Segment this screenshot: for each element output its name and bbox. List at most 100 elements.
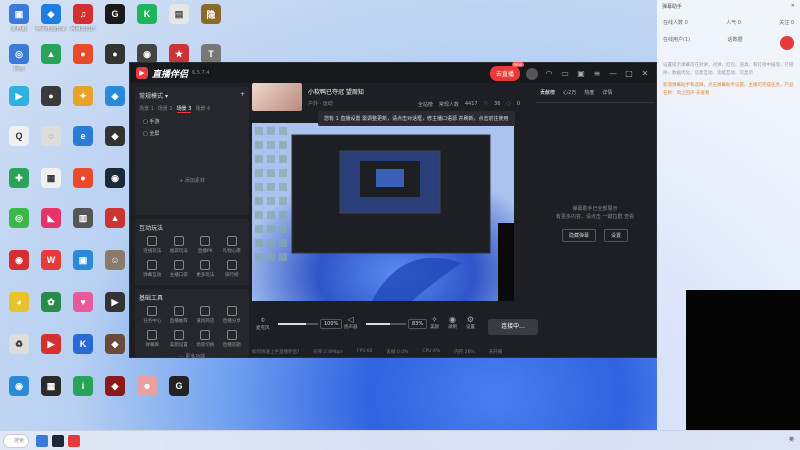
desktop-icon[interactable]: 隐 bbox=[194, 4, 228, 44]
explorer-icon[interactable] bbox=[36, 435, 48, 447]
desktop-icon[interactable]: ● bbox=[66, 168, 100, 208]
source-item-mobile-game[interactable]: ▢ 手游 bbox=[143, 118, 241, 125]
desktop-icon[interactable]: ◆ 腾讯电脑管家 bbox=[34, 4, 68, 44]
desktop-icon[interactable]: ☻ bbox=[130, 376, 164, 416]
desktop-icon[interactable]: K bbox=[66, 334, 100, 374]
source-item-fullscreen[interactable]: ▢ 全屏 bbox=[143, 130, 241, 137]
tool-item[interactable]: 直播推荐 bbox=[166, 306, 193, 324]
desktop-icon[interactable]: Q bbox=[2, 126, 36, 166]
system-tray[interactable]: 英 bbox=[789, 436, 794, 443]
desktop-icon[interactable]: e bbox=[66, 126, 100, 166]
tool-item[interactable]: 直播分享 bbox=[219, 306, 246, 324]
desktop-icon[interactable]: ◣ bbox=[34, 208, 68, 248]
interact-item[interactable]: 弹幕互动 bbox=[139, 260, 166, 278]
chat-icon[interactable]: ▭ bbox=[560, 69, 570, 79]
stream-title[interactable]: 小软鸭已夺冠 望周知 bbox=[308, 87, 364, 96]
tool-item[interactable]: 场景切换 bbox=[192, 330, 219, 348]
minimize-icon[interactable]: — bbox=[608, 69, 618, 79]
headset-icon[interactable]: ◠ bbox=[544, 69, 554, 79]
desktop-icon[interactable]: ▶ bbox=[2, 86, 36, 126]
close-icon[interactable]: ✕ bbox=[640, 69, 650, 79]
help-link[interactable]: 如何快速上手直播伴侣? bbox=[252, 349, 299, 355]
interact-item[interactable]: 连线玩法 bbox=[139, 236, 166, 254]
record-button[interactable]: ◉ 录制 bbox=[448, 315, 457, 330]
desktop-icon[interactable]: ✦ bbox=[66, 86, 100, 126]
mic-slider[interactable] bbox=[278, 323, 318, 325]
desktop-icon[interactable]: K bbox=[130, 4, 164, 44]
tab-contribution[interactable]: 贡献榜 bbox=[540, 89, 555, 96]
desktop-icon[interactable]: G bbox=[98, 4, 132, 44]
speaker-button[interactable]: ◁ 扬声器 bbox=[344, 315, 358, 330]
desktop-icon[interactable]: ◆ bbox=[98, 376, 132, 416]
user-avatar[interactable] bbox=[526, 67, 538, 80]
desktop-icon[interactable]: ● bbox=[34, 86, 68, 126]
desktop-icon[interactable]: ▶ bbox=[98, 292, 132, 332]
search-box[interactable]: 搜索 bbox=[3, 434, 29, 448]
tab-details[interactable]: 详情 bbox=[602, 89, 612, 96]
desktop-icon[interactable]: ✚ bbox=[2, 168, 36, 208]
more-features-button[interactable]: ⋯ 更多功能 bbox=[139, 353, 245, 360]
online-users-tab[interactable]: 在线用户(1) bbox=[663, 36, 690, 50]
tab-scene-4[interactable]: 场景 4 bbox=[195, 105, 210, 113]
desktop-icon[interactable]: ♫ 网易云音乐 bbox=[66, 4, 100, 44]
desktop-icon[interactable]: W bbox=[34, 250, 68, 290]
desktop-icon[interactable]: ◈ bbox=[98, 86, 132, 126]
speaker-slider[interactable] bbox=[366, 323, 406, 325]
desktop-icon[interactable]: ▦ bbox=[34, 168, 68, 208]
desktop-icon[interactable]: ◉ bbox=[98, 168, 132, 208]
notice-tooltip[interactable]: 您有 1 直播设置 需调整更新，请点击对话框，修主播口语源 并刷新，点击前往使用 bbox=[318, 111, 515, 126]
data-tab[interactable]: 话数据 bbox=[728, 36, 743, 50]
desktop-icon[interactable]: ◕ bbox=[2, 292, 36, 332]
add-scene-icon[interactable]: + bbox=[240, 91, 245, 100]
desktop-icon[interactable]: ♻ bbox=[2, 334, 36, 374]
desktop-icon[interactable]: ▤ bbox=[162, 4, 196, 44]
desktop-icon[interactable]: ▲ bbox=[34, 44, 68, 84]
tool-item[interactable]: 直播答题 bbox=[219, 330, 246, 348]
interact-item[interactable]: 福袋玩法 bbox=[166, 236, 193, 254]
desktop-icon[interactable]: ▲ bbox=[98, 208, 132, 248]
go-live-button[interactable]: 去直播 new bbox=[489, 62, 524, 81]
interact-item[interactable]: 主播口袋 bbox=[166, 260, 193, 278]
desktop-icon[interactable]: ✿ bbox=[34, 292, 68, 332]
chat-icon[interactable] bbox=[779, 36, 794, 50]
desktop-icon[interactable]: ● bbox=[98, 44, 132, 84]
desktop-icon[interactable]: ● bbox=[66, 44, 100, 84]
desktop-icon[interactable]: ◎ 网络 bbox=[2, 44, 36, 84]
desktop-icon[interactable]: ▣ 此电脑 bbox=[2, 4, 36, 44]
tool-item[interactable]: 任务中心 bbox=[139, 306, 166, 324]
settings-button[interactable]: ⚙ 设置 bbox=[466, 315, 475, 330]
desktop-icon[interactable]: ◌ bbox=[34, 126, 68, 166]
desktop-icon[interactable]: ◉ bbox=[2, 376, 36, 416]
streaming-app-icon[interactable] bbox=[68, 435, 80, 447]
desktop-icon[interactable]: ◆ bbox=[98, 334, 132, 374]
mode-selector[interactable]: 常规模式 ▾ bbox=[139, 91, 168, 100]
close-icon[interactable]: ✕ bbox=[791, 3, 795, 10]
stream-preview[interactable] bbox=[252, 123, 514, 301]
tool-item[interactable]: 弹幕库 bbox=[139, 330, 166, 348]
start-stream-button[interactable]: 连接中... bbox=[488, 319, 538, 335]
steam-icon[interactable] bbox=[52, 435, 64, 447]
interact-item[interactable]: 更多玩法 bbox=[192, 260, 219, 278]
desktop-icon[interactable]: ◉ bbox=[2, 250, 36, 290]
menu-icon[interactable]: ≡ bbox=[592, 69, 602, 79]
tab-scene-1[interactable]: 场景 1 bbox=[139, 105, 154, 113]
interact-item[interactable]: 礼物心愿 bbox=[219, 236, 246, 254]
danmu-settings-button[interactable]: 设置 bbox=[604, 229, 629, 242]
assistant-notice[interactable]: 新增弹幕助手和选择，点击弹幕助手设置，主播可完成任务，产品名称：风之回声 去查看 bbox=[657, 82, 800, 98]
desktop-icon[interactable]: G bbox=[162, 376, 196, 416]
desktop-icon[interactable]: ▶ bbox=[34, 334, 68, 374]
interact-item[interactable]: 直播PK bbox=[192, 236, 219, 254]
tab-scene-3[interactable]: 场景 3 bbox=[176, 105, 192, 113]
tool-item[interactable]: 美颜设置 bbox=[166, 330, 193, 348]
tool-item[interactable]: 道具商店 bbox=[192, 306, 219, 324]
desktop-icon[interactable]: ▦ bbox=[34, 376, 68, 416]
tab-heat[interactable]: 热度 bbox=[584, 89, 594, 96]
mic-button[interactable]: ⌽ 麦克风 bbox=[256, 315, 270, 331]
desktop-icon[interactable]: ☺ bbox=[98, 250, 132, 290]
desktop-icon[interactable]: i bbox=[66, 376, 100, 416]
tab-hearts[interactable]: 心2万 bbox=[563, 89, 576, 96]
maximize-icon[interactable]: □ bbox=[624, 69, 634, 79]
tab-scene-2[interactable]: 场景 2 bbox=[158, 105, 173, 113]
hide-danmu-button[interactable]: 隐藏弹幕 bbox=[561, 229, 596, 242]
desktop-icon[interactable]: ◎ bbox=[2, 208, 36, 248]
